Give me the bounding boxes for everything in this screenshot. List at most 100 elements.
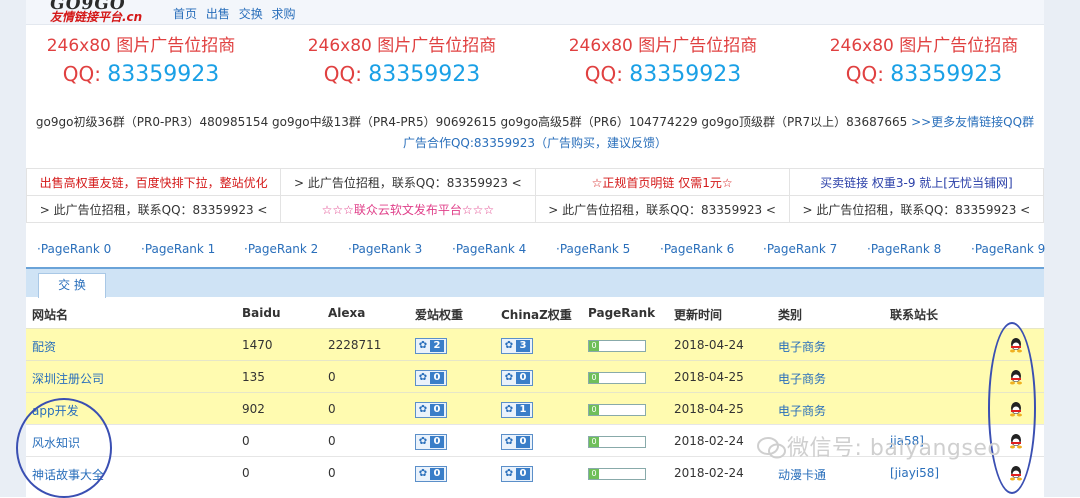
ad-banner-1[interactable]: 246x80 图片广告位招商 QQ: 83359923 bbox=[26, 33, 256, 93]
pagerank-link-9[interactable]: ·PageRank 9 bbox=[971, 242, 1045, 256]
annotation-circle-right bbox=[988, 322, 1036, 494]
col-header: Alexa bbox=[328, 306, 366, 320]
paw-icon: ✿ bbox=[418, 436, 428, 447]
ad-title: 246x80 图片广告位招商 bbox=[307, 36, 497, 56]
aizhan-weight-badge: ✿ 0 bbox=[415, 402, 447, 418]
alexa-value: 0 bbox=[328, 370, 336, 384]
text-ad-cell[interactable]: > 此广告位招租，联系QQ：83359923 < bbox=[280, 168, 536, 196]
paw-icon: ✿ bbox=[504, 468, 514, 479]
pagerank-bar: 0 bbox=[588, 340, 646, 352]
category-link[interactable]: 电子商务 bbox=[778, 402, 826, 419]
pagerank-link-1[interactable]: ·PageRank 1 bbox=[141, 242, 215, 256]
col-header: Baidu bbox=[242, 306, 281, 320]
update-date: 2018-04-25 bbox=[674, 402, 744, 416]
category-link[interactable]: 电子商务 bbox=[778, 370, 826, 387]
site-name-link[interactable]: 深圳注册公司 bbox=[32, 370, 104, 387]
text-ad-cell[interactable]: ☆☆☆联众云软文发布平台☆☆☆ bbox=[280, 195, 536, 223]
text-ad-cell[interactable]: 买卖链接 权重3-9 就上[无忧当铺网] bbox=[788, 168, 1045, 196]
annotation-circle-left bbox=[16, 398, 112, 498]
text-ad-cell[interactable]: 出售高权重友链，百度快排下拉，整站优化 bbox=[25, 168, 282, 196]
text-ad-cell[interactable]: > 此广告位招租，联系QQ：83359923 < bbox=[25, 195, 282, 223]
table-row: app开发 902 0 ✿ 0 ✿ 1 0 2018-04-25 电子商务 bbox=[26, 392, 1044, 425]
text-ad-cell[interactable]: > 此广告位招租，联系QQ：83359923 < bbox=[534, 195, 790, 223]
text-ad-grid: 出售高权重友链，百度快排下拉，整站优化 > 此广告位招租，联系QQ：833599… bbox=[25, 168, 1045, 223]
pagerank-link-7[interactable]: ·PageRank 7 bbox=[763, 242, 837, 256]
pagerank-filter-row: ·PageRank 0 ·PageRank 1 ·PageRank 2 ·Pag… bbox=[26, 238, 1045, 260]
pagerank-link-3[interactable]: ·PageRank 3 bbox=[348, 242, 422, 256]
paw-icon: ✿ bbox=[418, 340, 428, 351]
alexa-value: 0 bbox=[328, 402, 336, 416]
pagerank-bar: 0 bbox=[588, 372, 646, 384]
aizhan-weight-badge: ✿ 2 bbox=[415, 338, 447, 354]
update-date: 2018-04-24 bbox=[674, 338, 744, 352]
site-name-link[interactable]: 配资 bbox=[32, 338, 56, 355]
aizhan-weight-badge: ✿ 0 bbox=[415, 434, 447, 450]
baidu-value: 0 bbox=[242, 466, 250, 480]
aizhan-weight-badge: ✿ 0 bbox=[415, 466, 447, 482]
table-header: 网站名 Baidu Alexa 爱站权重 ChinaZ权重 PageRank 更… bbox=[26, 298, 1044, 328]
pagerank-link-2[interactable]: ·PageRank 2 bbox=[244, 242, 318, 256]
paw-icon: ✿ bbox=[418, 404, 428, 415]
wechat-icon bbox=[757, 437, 786, 459]
update-date: 2018-02-24 bbox=[674, 434, 744, 448]
paw-icon: ✿ bbox=[418, 468, 428, 479]
ad-qq: QQ: 83359923 bbox=[323, 62, 481, 87]
pagerank-link-6[interactable]: ·PageRank 6 bbox=[660, 242, 734, 256]
alexa-value: 0 bbox=[328, 466, 336, 480]
col-header: 联系站长 bbox=[890, 308, 939, 322]
pagerank-link-5[interactable]: ·PageRank 5 bbox=[556, 242, 630, 256]
ad-qq: QQ: 83359923 bbox=[584, 62, 742, 87]
paw-icon: ✿ bbox=[504, 436, 514, 447]
ad-banner-2[interactable]: 246x80 图片广告位招商 QQ: 83359923 bbox=[287, 33, 517, 93]
nav-buy[interactable]: 求购 bbox=[272, 7, 296, 21]
qq-groups-text: go9go初级36群（PR0-PR3）480985154 go9go中级13群（… bbox=[35, 115, 912, 129]
text-ad-cell[interactable]: ☆正规首页明链 仅需1元☆ bbox=[534, 168, 790, 196]
pagerank-bar: 0 bbox=[588, 436, 646, 448]
site-logo[interactable]: GO9GO 友情链接平台.cn bbox=[49, 0, 160, 24]
table-row: 深圳注册公司 135 0 ✿ 0 ✿ 0 0 2018-04-25 电子商务 bbox=[26, 360, 1044, 393]
paw-icon: ✿ bbox=[504, 404, 514, 415]
update-date: 2018-04-25 bbox=[674, 370, 744, 384]
update-date: 2018-02-24 bbox=[674, 466, 744, 480]
ad-title: 246x80 图片广告位招商 bbox=[568, 36, 758, 56]
ad-title: 246x80 图片广告位招商 bbox=[46, 36, 236, 56]
baidu-value: 1470 bbox=[242, 338, 273, 352]
paw-icon: ✿ bbox=[418, 372, 428, 383]
tab-exchange[interactable]: 交 换 bbox=[38, 273, 106, 298]
nav-sell[interactable]: 出售 bbox=[206, 7, 230, 21]
ad-banner-4[interactable]: 246x80 图片广告位招商 QQ: 83359923 bbox=[809, 33, 1039, 93]
category-link[interactable]: 电子商务 bbox=[778, 338, 826, 355]
aizhan-weight-badge: ✿ 0 bbox=[415, 370, 447, 386]
pagerank-link-0[interactable]: ·PageRank 0 bbox=[37, 242, 111, 256]
contact-link[interactable]: [jiayi58] bbox=[890, 466, 939, 480]
chinaz-weight-badge: ✿ 3 bbox=[501, 338, 533, 354]
ad-banner-3[interactable]: 246x80 图片广告位招商 QQ: 83359923 bbox=[548, 33, 778, 93]
category-link[interactable]: 动漫卡通 bbox=[778, 466, 826, 483]
logo-sub: 友情链接平台.cn bbox=[50, 10, 143, 24]
ad-title: 246x80 图片广告位招商 bbox=[829, 36, 1019, 56]
col-header: ChinaZ权重 bbox=[501, 308, 572, 322]
chinaz-weight-badge: ✿ 0 bbox=[501, 434, 533, 450]
pagerank-link-4[interactable]: ·PageRank 4 bbox=[452, 242, 526, 256]
col-header: 爱站权重 bbox=[415, 308, 464, 322]
top-bar: GO9GO 友情链接平台.cn 首页 出售 交换 求购 bbox=[26, 0, 1044, 25]
chinaz-weight-badge: ✿ 0 bbox=[501, 370, 533, 386]
nav-exchange[interactable]: 交换 bbox=[239, 7, 263, 21]
ad-qq: QQ: 83359923 bbox=[62, 62, 220, 87]
chinaz-weight-badge: ✿ 0 bbox=[501, 466, 533, 482]
wechat-watermark: 微信号: baiyangseo bbox=[757, 430, 1001, 462]
nav-home[interactable]: 首页 bbox=[173, 7, 197, 21]
baidu-value: 135 bbox=[242, 370, 265, 384]
chinaz-weight-badge: ✿ 1 bbox=[501, 402, 533, 418]
pagerank-bar: 0 bbox=[588, 468, 646, 480]
ad-qq: QQ: 83359923 bbox=[845, 62, 1003, 87]
paw-icon: ✿ bbox=[504, 340, 514, 351]
text-ad-cell[interactable]: > 此广告位招租，联系QQ：83359923 < bbox=[788, 195, 1045, 223]
col-header: 网站名 bbox=[32, 308, 69, 322]
pagerank-link-8[interactable]: ·PageRank 8 bbox=[867, 242, 941, 256]
baidu-value: 902 bbox=[242, 402, 265, 416]
qq-groups-line: go9go初级36群（PR0-PR3）480985154 go9go中级13群（… bbox=[26, 112, 1044, 133]
more-groups-link[interactable]: >>更多友情链接QQ群 bbox=[911, 115, 1034, 129]
ad-coop-line: 广告合作QQ:83359923（广告购买，建议反馈） bbox=[402, 136, 667, 150]
col-header: PageRank bbox=[588, 306, 656, 320]
